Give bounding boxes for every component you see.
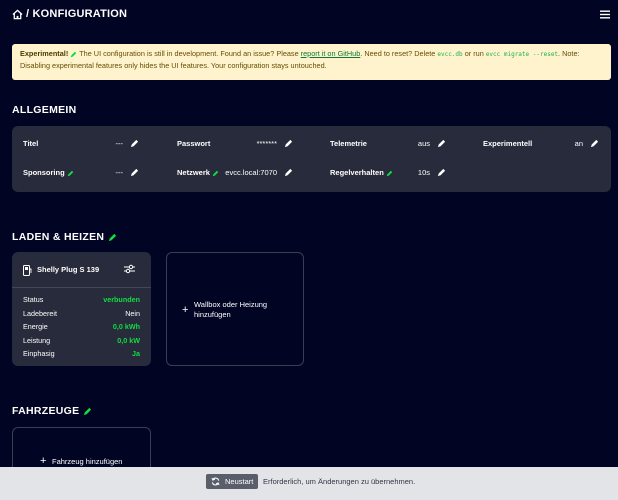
alert-text: . Need to reset? Delete	[360, 49, 438, 58]
page-title: / KONFIGURATION	[26, 8, 128, 20]
alert-code-db: evcc.db	[437, 51, 463, 58]
edit-telemetry-icon[interactable]	[437, 139, 446, 148]
pencil-icon	[108, 233, 116, 241]
edit-control-icon[interactable]	[437, 168, 446, 177]
divider	[12, 287, 151, 288]
setting-control: Regelverhalten 10s	[330, 168, 448, 180]
github-report-link[interactable]: report it on GitHub	[301, 49, 361, 58]
restart-message: Erforderlich, um Änderungen zu übernehme…	[263, 477, 416, 486]
sliders-settings-icon[interactable]	[124, 264, 135, 274]
alert-code-migrate: evcc migrate --reset	[485, 51, 559, 58]
setting-telemetry: Telemetrie aus	[330, 139, 448, 151]
alert-title: Experimental!	[20, 49, 69, 58]
general-settings-panel: Titel --- Passwort ******* Telemetrie au…	[12, 126, 611, 192]
alert-text: or run	[462, 49, 486, 58]
loadpoint-title: Shelly Plug S 139	[37, 265, 100, 274]
edit-password-icon[interactable]	[284, 139, 293, 148]
edit-network-icon[interactable]	[284, 168, 293, 177]
hamburger-menu-icon[interactable]	[600, 10, 610, 19]
restart-button[interactable]: Neustart	[206, 474, 258, 489]
section-heading-general: ALLGEMEIN	[12, 104, 77, 116]
section-heading-loadpoints: LADEN & HEIZEN	[12, 231, 117, 243]
setting-sponsoring: Sponsoring ---	[23, 168, 141, 180]
setting-title: Titel ---	[23, 139, 141, 151]
pencil-icon	[83, 407, 91, 415]
loadpoint-row-ready: Ladebereit Nein	[23, 309, 140, 318]
setting-password: Passwort *******	[177, 139, 295, 151]
alert-text: The UI configuration is still in develop…	[79, 49, 301, 58]
plus-icon: +	[182, 304, 189, 316]
pencil-icon	[212, 170, 219, 176]
top-bar: / KONFIGURATION	[0, 0, 618, 30]
home-icon[interactable]	[12, 9, 23, 20]
experimental-alert: Experimental! The UI configuration is st…	[12, 44, 611, 80]
loadpoint-row-phases: Einphasig Ja	[23, 349, 140, 358]
edit-experimental-icon[interactable]	[590, 139, 599, 148]
plus-icon: +	[40, 455, 47, 467]
loadpoint-row-power: Leistung 0,0 kW	[23, 336, 140, 345]
setting-experimental: Experimentell an	[483, 139, 601, 151]
charger-icon	[23, 265, 32, 276]
loadpoint-card: Shelly Plug S 139 Status verbunden Ladeb…	[12, 252, 151, 366]
pencil-icon	[386, 170, 393, 176]
setting-network: Netzwerk evcc.local:7070	[177, 168, 295, 180]
pencil-icon	[70, 51, 77, 57]
loadpoint-row-energy: Energie 0,0 kWh	[23, 322, 140, 331]
edit-sponsoring-icon[interactable]	[130, 168, 139, 177]
loadpoint-row-status: Status verbunden	[23, 295, 140, 304]
pencil-icon	[67, 170, 74, 176]
edit-title-icon[interactable]	[130, 139, 139, 148]
refresh-icon	[211, 477, 220, 486]
section-heading-vehicles: FAHRZEUGE	[12, 405, 92, 417]
add-wallbox-button[interactable]: + Wallbox oder Heizung hinzufügen	[166, 252, 304, 366]
restart-notice-bar: Neustart Erforderlich, um Änderungen zu …	[0, 467, 618, 500]
